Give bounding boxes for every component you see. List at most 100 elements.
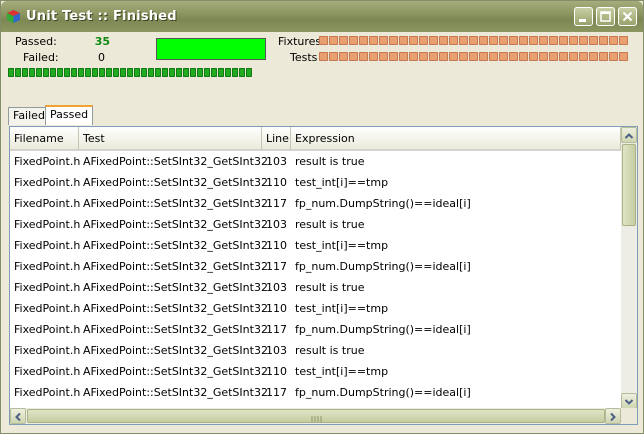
progress-segment [36, 68, 42, 77]
cell-expression: fp_num.DumpString()==ideal[i] [295, 197, 471, 210]
table-row[interactable]: FixedPoint.h AFixedPoint::SetSInt32_GetSI… [10, 298, 620, 319]
cell-filename: FixedPoint.h [14, 344, 81, 357]
scroll-right-button[interactable] [605, 408, 621, 424]
horizontal-scroll-thumb[interactable] [27, 409, 605, 423]
progress-segment [429, 52, 438, 61]
table-row[interactable]: FixedPoint.h AFixedPoint::SetSInt32_GetSI… [10, 235, 620, 256]
progress-segment [106, 68, 112, 77]
minimize-icon [579, 19, 586, 22]
progress-segment [459, 36, 468, 45]
cell-expression: test_int[i]==tmp [295, 176, 389, 189]
tab-failed[interactable]: Failed [8, 107, 50, 125]
column-header-filename[interactable]: Filename [10, 127, 79, 151]
cube-icon [6, 9, 21, 24]
cell-test: AFixedPoint::SetSInt32_GetSInt32 [83, 218, 268, 231]
table-row[interactable]: FixedPoint.h AFixedPoint::SetSInt32_GetSI… [10, 382, 620, 403]
progress-segment [549, 52, 558, 61]
column-header-line[interactable]: Line [262, 127, 291, 151]
progress-segment [449, 52, 458, 61]
cell-expression: test_int[i]==tmp [295, 302, 389, 315]
progress-segment [29, 68, 35, 77]
cell-line: 103 [266, 218, 287, 231]
table-row[interactable]: FixedPoint.h AFixedPoint::SetSInt32_GetSI… [10, 193, 620, 214]
passed-label: Passed: [15, 35, 57, 48]
progress-segment [569, 52, 578, 61]
results-table: Filename Test Line Expression FixedPoint… [9, 126, 638, 425]
failed-count: 0 [98, 51, 105, 64]
table-row[interactable]: FixedPoint.h AFixedPoint::SetSInt32_GetSI… [10, 319, 620, 340]
table-row[interactable]: FixedPoint.h AFixedPoint::SetSInt32_GetSI… [10, 256, 620, 277]
cell-filename: FixedPoint.h [14, 155, 81, 168]
cell-test: AFixedPoint::SetSInt32_GetSInt32 [83, 197, 268, 210]
table-row[interactable]: FixedPoint.h AFixedPoint::SetSInt32_GetSI… [10, 277, 620, 298]
progress-segment [589, 36, 598, 45]
vertical-scroll-thumb[interactable] [622, 144, 636, 226]
tests-label: Tests [290, 51, 318, 64]
result-indicator [156, 38, 266, 60]
title-bar[interactable]: Unit Test :: Finished [1, 1, 643, 32]
progress-segment [389, 52, 398, 61]
progress-segment [232, 68, 238, 77]
progress-segment [379, 36, 388, 45]
progress-segment [239, 68, 245, 77]
progress-segment [183, 68, 189, 77]
scrollbar-corner [621, 408, 637, 424]
cell-filename: FixedPoint.h [14, 323, 81, 336]
table-row[interactable]: FixedPoint.h AFixedPoint::SetSInt32_GetSI… [10, 172, 620, 193]
chevron-left-icon [15, 412, 21, 422]
chevron-down-icon [624, 399, 634, 405]
table-row[interactable]: FixedPoint.h AFixedPoint::SetSInt32_GetSI… [10, 361, 620, 382]
horizontal-scrollbar[interactable] [10, 408, 621, 424]
maximize-button[interactable] [596, 7, 615, 26]
cell-filename: FixedPoint.h [14, 281, 81, 294]
progress-segment [359, 36, 368, 45]
failed-label: Failed: [23, 51, 59, 64]
table-row[interactable]: FixedPoint.h AFixedPoint::SetSInt32_GetSI… [10, 151, 620, 172]
scroll-down-button[interactable] [621, 393, 637, 409]
cell-expression: fp_num.DumpString()==ideal[i] [295, 323, 471, 336]
progress-segment [619, 52, 628, 61]
progress-segment [155, 68, 161, 77]
progress-segment [22, 68, 28, 77]
progress-segment [50, 68, 56, 77]
progress-segment [339, 36, 348, 45]
progress-segment [559, 36, 568, 45]
progress-segment [489, 36, 498, 45]
cell-line: 103 [266, 344, 287, 357]
progress-segment [148, 68, 154, 77]
progress-segment [519, 52, 528, 61]
progress-segment [99, 68, 105, 77]
vertical-scrollbar[interactable] [621, 127, 637, 409]
progress-segment [15, 68, 21, 77]
cell-expression: result is true [295, 344, 365, 357]
column-header-expression[interactable]: Expression [291, 127, 621, 151]
table-row[interactable]: FixedPoint.h AFixedPoint::SetSInt32_GetSI… [10, 214, 620, 235]
cell-line: 117 [266, 260, 287, 273]
progress-segment [609, 52, 618, 61]
progress-segment [599, 52, 608, 61]
progress-segment [64, 68, 70, 77]
minimize-button[interactable] [574, 7, 593, 26]
cell-line: 103 [266, 155, 287, 168]
cell-test: AFixedPoint::SetSInt32_GetSInt32 [83, 239, 268, 252]
progress-segment [459, 52, 468, 61]
progress-segment [85, 68, 91, 77]
cell-line: 117 [266, 323, 287, 336]
progress-segment [8, 68, 14, 77]
cell-test: AFixedPoint::SetSInt32_GetSInt32 [83, 302, 268, 315]
scroll-up-button[interactable] [621, 127, 637, 143]
progress-segment [197, 68, 203, 77]
cell-test: AFixedPoint::SetSInt32_GetSInt32 [83, 260, 268, 273]
tab-passed[interactable]: Passed [45, 105, 94, 125]
tests-progress-bar [319, 52, 628, 61]
progress-segment [509, 36, 518, 45]
cell-expression: result is true [295, 155, 365, 168]
close-button[interactable] [618, 7, 637, 26]
cell-line: 110 [266, 176, 287, 189]
table-row[interactable]: FixedPoint.h AFixedPoint::SetSInt32_GetSI… [10, 340, 620, 361]
column-header-test[interactable]: Test [79, 127, 262, 151]
progress-segment [339, 52, 348, 61]
grip-icon [311, 416, 322, 422]
progress-segment [479, 52, 488, 61]
scroll-left-button[interactable] [10, 408, 26, 424]
